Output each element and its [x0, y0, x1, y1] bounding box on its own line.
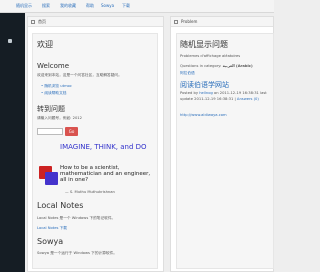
posted-by-label: Posted by — [180, 91, 200, 95]
local-notes-download-link[interactable]: Local Notes 下载 — [37, 226, 67, 231]
home-panel: 首页 欢迎 Welcome 欢迎来到本站，这是一个问答社区，互助解答疑问。 • … — [27, 16, 164, 272]
panel-icon — [174, 20, 178, 24]
nav-favorites[interactable]: 我的收藏 — [60, 3, 76, 9]
welcome-heading-cn: 欢迎 — [37, 40, 53, 49]
goto-heading: 转到问题 — [37, 105, 65, 113]
problem-content: 随机显示问题 Problemes d'affichage aléatoires … — [176, 33, 274, 269]
go-button[interactable]: Go — [65, 127, 78, 136]
home-content: 欢迎 Welcome 欢迎来到本站，这是一个问答社区，互助解答疑问。 • 随机浏… — [32, 33, 158, 269]
question-title-link[interactable]: 阅读伯语学网站 — [180, 80, 229, 90]
quote-title: IMAGINE, THINK, and DO — [60, 143, 147, 151]
category-line: Questions in category: العربية (Arabic) — [180, 64, 253, 68]
post-meta: Posted by hellnog on 2011-12-19 16:38:31… — [180, 91, 274, 102]
imagine-logo-icon — [39, 166, 58, 185]
question-id-input[interactable] — [37, 128, 63, 135]
app-window: 随机显示 搜索 我的收藏 帮助 Sowya 下载 首页 欢迎 Welcome 欢… — [0, 0, 274, 272]
welcome-heading-en: Welcome — [37, 62, 70, 70]
sowya-heading: Sowya — [37, 237, 64, 246]
sowya-desc: Sowya 是一个运行于 Windows 下的计算软件。 — [37, 251, 117, 255]
local-notes-desc: Local Notes 是一个 Windows 下的笔记软件。 — [37, 216, 116, 220]
quote-author: — S. Muthu Muthukrishnan — [65, 190, 115, 194]
top-navigation: 随机显示 搜索 我的收藏 帮助 Sowya 下载 — [0, 0, 274, 13]
external-url-link[interactable]: http://www.aldiwaya.com — [180, 113, 227, 117]
left-sidebar — [0, 13, 25, 272]
sidebar-marker-icon[interactable] — [8, 39, 12, 43]
home-panel-title: 首页 — [38, 19, 46, 24]
problem-title: 随机显示问题 — [180, 40, 228, 49]
author-link[interactable]: hellnog — [199, 91, 213, 95]
category-label: Questions in category: — [180, 64, 223, 68]
local-notes-heading: Local Notes — [37, 201, 84, 210]
home-panel-header: 首页 — [28, 17, 163, 27]
quote-text: How to be a scientist, mathematician and… — [60, 165, 151, 183]
problem-subtitle: Problemes d'affichage aléatoires — [180, 54, 241, 58]
nav-help[interactable]: 帮助 — [86, 3, 94, 9]
problem-panel-title: Problem — [181, 19, 198, 24]
link-help[interactable]: • 阅读帮助文档 — [41, 91, 66, 96]
nav-sowya[interactable]: Sowya — [101, 3, 114, 8]
nav-search[interactable]: 搜索 — [42, 3, 50, 9]
nav-random[interactable]: 随机显示 — [16, 3, 32, 9]
link-random[interactable]: • 随机浏览 utmoc — [41, 84, 72, 89]
answers-link[interactable]: Answers (0) — [237, 97, 259, 101]
category-name[interactable]: العربية (Arabic) — [223, 64, 253, 68]
nav-download[interactable]: 下载 — [122, 3, 130, 9]
arabic-tag-link[interactable]: 阿拉伯语 — [180, 71, 195, 76]
goto-desc: 请输入问题号，例如: 2012 — [37, 116, 82, 120]
welcome-intro: 欢迎来到本站，这是一个问答社区，互助解答疑问。 — [37, 73, 122, 77]
problem-panel-header: Problem — [171, 17, 273, 27]
panel-icon — [31, 20, 35, 24]
problem-panel: Problem 随机显示问题 Problemes d'affichage alé… — [170, 16, 274, 272]
